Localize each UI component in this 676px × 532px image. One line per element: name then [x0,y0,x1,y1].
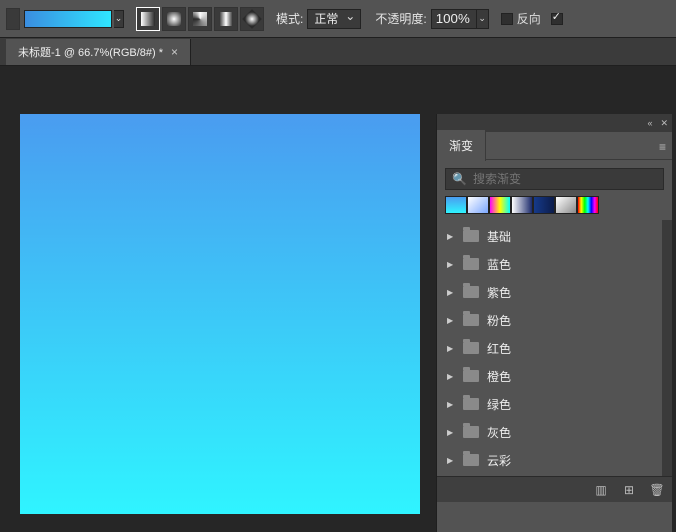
gradients-panel: « ✕ 渐变 ≡ 🔍 ▶ 基础 ▶ 蓝色 ▶ 紫色 [436,114,672,532]
gradient-preview[interactable] [24,10,112,28]
panel-search: 🔍 [437,160,672,196]
folder-label: 绿色 [487,396,511,413]
folder-label: 粉色 [487,312,511,329]
mode-label: 模式: [276,10,303,27]
chevron-right-icon: ▶ [447,288,455,297]
folder-icon [463,454,479,466]
folder-label: 红色 [487,340,511,357]
panel-tab-gradients[interactable]: 渐变 [437,130,486,161]
folder-item[interactable]: ▶ 云彩 [437,446,662,474]
gradient-swatch[interactable] [445,196,467,214]
canvas-area[interactable] [0,66,436,532]
reverse-checkbox[interactable] [501,13,513,25]
folder-item[interactable]: ▶ 蓝色 [437,250,662,278]
folder-icon [463,426,479,438]
folder-item[interactable]: ▶ 红色 [437,334,662,362]
folder-list: ▶ 基础 ▶ 蓝色 ▶ 紫色 ▶ 粉色 ▶ 红色 ▶ 橙色 ▶ 绿色 ▶ 灰色 ▶ 云彩 [437,220,662,476]
chevron-right-icon: ▶ [447,260,455,269]
gradient-swatch[interactable] [577,196,599,214]
trash-icon[interactable]: 🗑 [650,483,664,497]
gradient-swatch[interactable] [555,196,577,214]
folder-icon [463,314,479,326]
folder-item[interactable]: ▶ 紫色 [437,278,662,306]
folder-item[interactable]: ▶ 粉色 [437,306,662,334]
mode-value: 正常 [314,10,338,27]
folder-item[interactable]: ▶ 灰色 [437,418,662,446]
gradient-type-angle[interactable] [188,7,212,31]
panel-close-icon[interactable]: ✕ [660,118,668,129]
mode-select[interactable]: 正常 [307,9,361,29]
panel-footer: ▥ ⊞ 🗑 [437,476,672,502]
panel-menu-icon[interactable]: ≡ [659,140,666,154]
chevron-right-icon: ▶ [447,400,455,409]
gradient-swatch[interactable] [511,196,533,214]
folder-label: 紫色 [487,284,511,301]
search-field[interactable]: 🔍 [445,168,664,190]
gradient-type-radial[interactable] [162,7,186,31]
folder-item[interactable]: ▶ 绿色 [437,390,662,418]
folder-icon [463,258,479,270]
opacity-input[interactable] [431,9,477,29]
document-tabbar: 未标题-1 @ 66.7%(RGB/8#) * × [0,38,676,66]
gradient-dropdown[interactable]: ⌄ [114,10,124,28]
folder-icon [463,398,479,410]
gradient-swatch[interactable] [467,196,489,214]
gradient-type-diamond[interactable] [240,7,264,31]
dither-checkbox[interactable] [551,13,563,25]
close-icon[interactable]: × [171,45,178,59]
chevron-right-icon: ▶ [447,344,455,353]
search-input[interactable] [473,172,657,186]
folder-item[interactable]: ▶ 橙色 [437,362,662,390]
document-tab[interactable]: 未标题-1 @ 66.7%(RGB/8#) * × [6,39,191,65]
chevron-right-icon: ▶ [447,428,455,437]
gradient-swatch[interactable] [489,196,511,214]
dither-group[interactable] [551,13,567,25]
gradient-type-linear[interactable] [136,7,160,31]
folder-icon [463,342,479,354]
opacity-dropdown[interactable]: ⌄ [477,9,489,29]
new-icon[interactable]: ⊞ [622,483,636,497]
folder-label: 蓝色 [487,256,511,273]
chevron-right-icon: ▶ [447,232,455,241]
folder-label: 橙色 [487,368,511,385]
canvas[interactable] [20,114,420,514]
folder-label: 云彩 [487,452,511,469]
reverse-label: 反向 [517,10,541,27]
chevron-right-icon: ▶ [447,372,455,381]
chevron-right-icon: ▶ [447,316,455,325]
reverse-group[interactable]: 反向 [501,10,541,27]
search-icon: 🔍 [452,172,467,186]
scrollbar[interactable] [662,220,672,476]
swatch-row [437,196,672,220]
folder-create-icon[interactable]: ▥ [594,483,608,497]
tool-preset-picker[interactable] [6,8,20,30]
document-tab-title: 未标题-1 @ 66.7%(RGB/8#) * [18,44,163,60]
chevron-right-icon: ▶ [447,456,455,465]
folder-item[interactable]: ▶ 基础 [437,222,662,250]
folder-label: 灰色 [487,424,511,441]
folder-label: 基础 [487,228,511,245]
folder-icon [463,286,479,298]
main-area: « ✕ 渐变 ≡ 🔍 ▶ 基础 ▶ 蓝色 ▶ 紫色 [0,66,676,532]
collapse-icon[interactable]: « [647,118,652,128]
panel-tabs: 渐变 ≡ [437,132,672,160]
folder-icon [463,230,479,242]
options-bar: ⌄ 模式: 正常 不透明度: ⌄ 反向 [0,0,676,38]
gradient-type-reflected[interactable] [214,7,238,31]
gradient-swatch[interactable] [533,196,555,214]
folder-icon [463,370,479,382]
opacity-label: 不透明度: [375,10,426,27]
gradient-type-group [136,7,264,31]
